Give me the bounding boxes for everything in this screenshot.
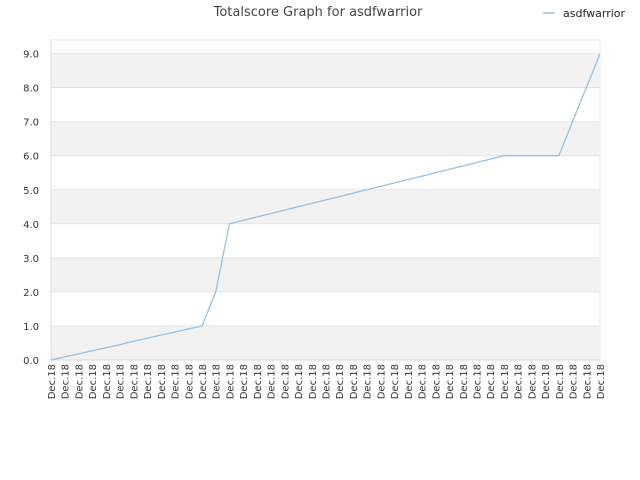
x-tick-label: Dec.18 — [459, 364, 470, 399]
x-tick-label: Dec.18 — [404, 364, 415, 399]
x-tick-label: Dec.18 — [569, 364, 580, 399]
x-tick-label: Dec.18 — [47, 364, 58, 399]
x-tick-label: Dec.18 — [102, 364, 113, 399]
x-tick-label: Dec.18 — [541, 364, 552, 399]
y-tick-label: 9.0 — [23, 50, 39, 61]
x-tick-label: Dec.18 — [88, 364, 99, 399]
x-tick-label: Dec.18 — [514, 364, 525, 399]
x-tick-label: Dec.18 — [472, 364, 483, 399]
x-tick-label: Dec.18 — [157, 364, 168, 399]
grid-band — [51, 189, 600, 224]
chart-title: Totalscore Graph for asdfwarrior — [213, 5, 423, 20]
x-tick-label: Dec.18 — [555, 364, 566, 399]
y-tick-label: 3.0 — [23, 254, 39, 265]
x-tick-label: Dec.18 — [74, 364, 85, 399]
x-tick-label: Dec.18 — [184, 364, 195, 399]
x-tick-label: Dec.18 — [376, 364, 387, 399]
grid-band — [51, 325, 600, 360]
x-tick-label: Dec.18 — [116, 364, 127, 399]
x-tick-label: Dec.18 — [267, 364, 278, 399]
x-tick-label: Dec.18 — [129, 364, 140, 399]
x-tick-label: Dec.18 — [349, 364, 360, 399]
grid-band — [51, 121, 600, 156]
x-tick-label: Dec.18 — [527, 364, 538, 399]
y-tick-label: 6.0 — [23, 152, 39, 163]
x-tick-label: Dec.18 — [335, 364, 346, 399]
y-tick-label: 0.0 — [23, 356, 39, 367]
x-tick-label: Dec.18 — [61, 364, 72, 399]
x-tick-label: Dec.18 — [294, 364, 305, 399]
x-tick-label: Dec.18 — [212, 364, 223, 399]
x-tick-label: Dec.18 — [582, 364, 593, 399]
y-tick-label: 4.0 — [23, 220, 39, 231]
plot-area: 0.01.02.03.04.05.06.07.08.09.0Dec.18 Dec.… — [23, 39, 607, 399]
x-tick-label: Dec.18 — [171, 364, 182, 399]
x-tick-label: Dec.18 — [418, 364, 429, 399]
x-tick-label: Dec.18 — [239, 364, 250, 399]
y-tick-label: 7.0 — [23, 118, 39, 129]
x-tick-label: Dec.18 — [225, 364, 236, 399]
x-tick-label: Dec.18 — [596, 364, 607, 399]
x-tick-label: Dec.18 — [253, 364, 264, 399]
x-tick-label: Dec.18 — [308, 364, 319, 399]
grid-band — [51, 53, 600, 88]
x-tick-label: Dec.18 — [143, 364, 154, 399]
x-tick-label: Dec.18 — [198, 364, 209, 399]
y-tick-label: 1.0 — [23, 322, 39, 333]
y-tick-label: 2.0 — [23, 288, 39, 299]
y-tick-label: 8.0 — [23, 84, 39, 95]
x-tick-label: Dec.18 — [363, 364, 374, 399]
x-tick-label: Dec.18 — [390, 364, 401, 399]
x-tick-label: Dec.18 — [280, 364, 291, 399]
y-tick-label: 5.0 — [23, 186, 39, 197]
grid-band — [51, 257, 600, 292]
x-tick-label: Dec.18 — [486, 364, 497, 399]
x-tick-label: Dec.18 — [431, 364, 442, 399]
x-tick-label: Dec.18 — [500, 364, 511, 399]
legend-label: asdfwarrior — [563, 7, 626, 20]
x-tick-label: Dec.18 — [322, 364, 333, 399]
legend: asdfwarrior — [543, 7, 626, 20]
x-tick-label: Dec.18 — [445, 364, 456, 399]
chart-svg: Totalscore Graph for asdfwarrior asdfwar… — [23, 5, 626, 399]
